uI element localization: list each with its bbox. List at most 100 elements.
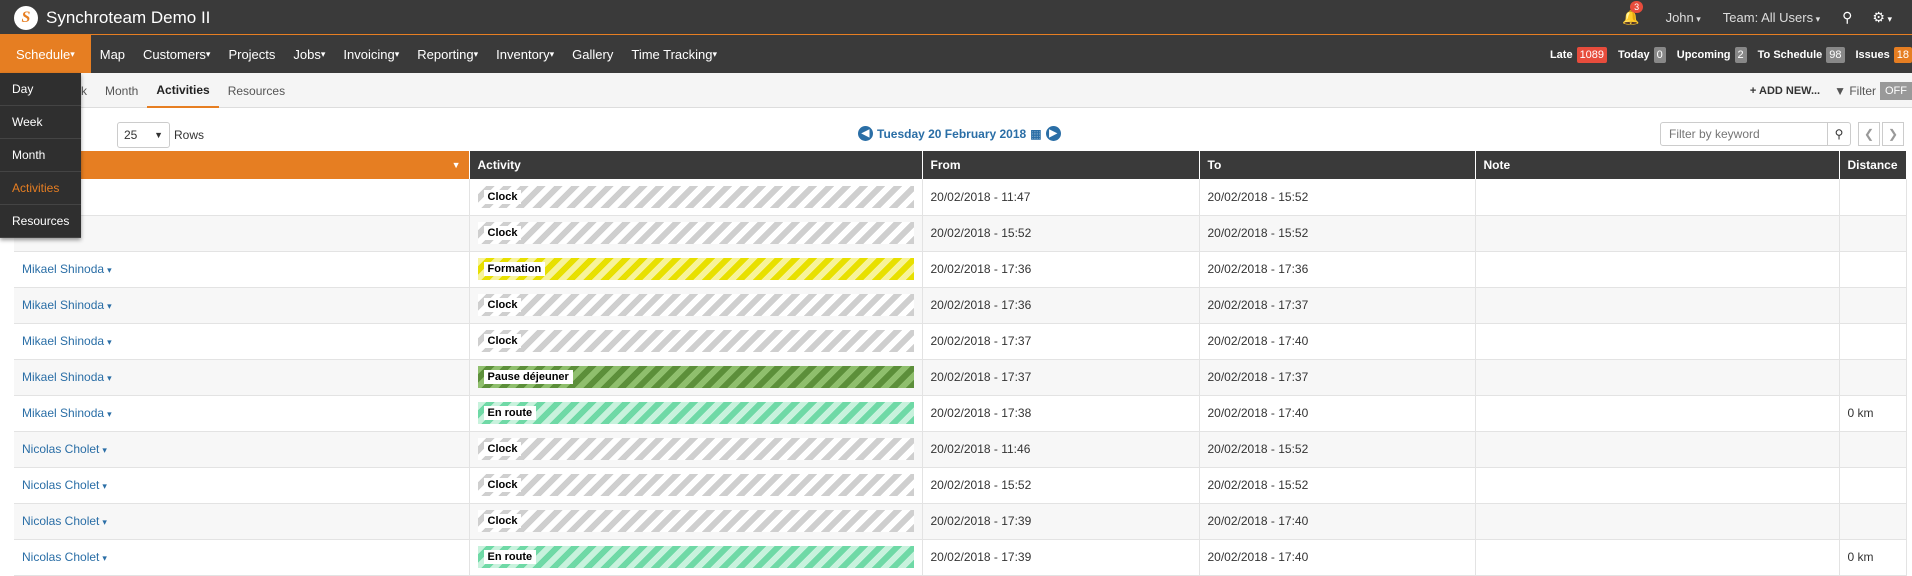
activity-bar-clock[interactable]: Clock — [478, 222, 914, 244]
resource-name-cell[interactable]: Mikael Shinoda▾ — [14, 287, 469, 323]
table-row[interactable]: Mikael Shinoda▾Pause déjeuner20/02/2018 … — [14, 359, 1906, 395]
counter-badge: 18 — [1894, 47, 1912, 63]
column-header-to[interactable]: To — [1199, 151, 1475, 179]
add-new-button[interactable]: + ADD NEW... — [1750, 85, 1820, 97]
team-selector[interactable]: Team: All Users — [1723, 10, 1820, 25]
counter-badge: 0 — [1654, 47, 1666, 63]
distance-cell — [1839, 287, 1906, 323]
to-cell: 20/02/2018 - 17:37 — [1199, 287, 1475, 323]
rows-per-page-select[interactable]: 25 ▼ — [117, 122, 170, 148]
nav-item-time-tracking[interactable]: Time Tracking — [622, 35, 726, 74]
activity-bar-clock[interactable]: Clock — [478, 186, 914, 208]
table-row[interactable]: Mikael Shinoda▾Clock20/02/2018 - 17:3720… — [14, 323, 1906, 359]
calendar-icon[interactable]: ▦ — [1030, 127, 1041, 141]
dropdown-item-week[interactable]: Week — [0, 106, 81, 139]
distance-cell — [1839, 215, 1906, 251]
search-icon[interactable]: ⚲ — [1827, 122, 1851, 146]
table-row[interactable]: Nicolas Cholet▾Clock20/02/2018 - 15:5220… — [14, 467, 1906, 503]
from-cell: 20/02/2018 - 17:38 — [922, 395, 1199, 431]
previous-page-icon[interactable]: ❮ — [1858, 122, 1880, 146]
nav-item-customers[interactable]: Customers — [134, 35, 219, 74]
next-day-icon[interactable]: ▶ — [1046, 126, 1061, 141]
table-row[interactable]: Nicolas Cholet▾Clock20/02/2018 - 11:4620… — [14, 431, 1906, 467]
app-title: Synchroteam Demo II — [46, 8, 210, 28]
user-menu[interactable]: John — [1666, 10, 1701, 25]
resource-name: Mikael Shinoda — [22, 334, 104, 348]
activity-cell: Clock — [469, 287, 922, 323]
note-cell — [1475, 215, 1839, 251]
column-header-activity[interactable]: Activity — [469, 151, 922, 179]
dropdown-item-day[interactable]: Day — [0, 73, 81, 106]
bell-icon[interactable]: 🔔 3 — [1622, 9, 1639, 26]
activity-label: Clock — [484, 478, 522, 492]
to-cell: 20/02/2018 - 17:40 — [1199, 503, 1475, 539]
resource-name-cell[interactable]: Mikael Shinoda▾ — [14, 323, 469, 359]
resource-name-cell[interactable]: Nicolas Cholet▾ — [14, 467, 469, 503]
resource-name-cell[interactable]: Mikael Shinoda▾ — [14, 395, 469, 431]
nav-item-schedule[interactable]: Schedule — [0, 35, 91, 74]
counter-today[interactable]: Today 0 — [1618, 47, 1666, 63]
counter-to-schedule[interactable]: To Schedule98 — [1758, 47, 1845, 63]
dropdown-item-month[interactable]: Month — [0, 139, 81, 172]
counter-label: Today — [1618, 49, 1650, 61]
search-icon[interactable]: ⚲ — [1842, 9, 1852, 26]
dropdown-item-activities[interactable]: Activities — [0, 172, 81, 205]
brand[interactable]: S Synchroteam Demo II — [14, 6, 210, 30]
previous-day-icon[interactable]: ◀ — [858, 126, 873, 141]
main-nav: ScheduleMapCustomersProjectsJobsInvoicin… — [0, 34, 1912, 73]
resource-name-cell[interactable]: Mikael Shinoda▾ — [14, 251, 469, 287]
sub-nav: kMonthActivitiesResources + ADD NEW... ▼… — [0, 73, 1912, 108]
resource-name: Mikael Shinoda — [22, 406, 104, 420]
resource-name-cell[interactable]: noda▾ — [14, 215, 469, 251]
table-row[interactable]: Nicolas Cholet▾Clock20/02/2018 - 17:3920… — [14, 503, 1906, 539]
nav-item-inventory[interactable]: Inventory — [487, 35, 563, 74]
nav-item-map[interactable]: Map — [91, 35, 134, 74]
column-header-note[interactable]: Note — [1475, 151, 1839, 179]
resource-name-cell[interactable]: Nicolas Cholet▾ — [14, 539, 469, 575]
distance-cell: 0 km — [1839, 395, 1906, 431]
activity-bar-clock[interactable]: Clock — [478, 510, 914, 532]
resource-name-cell[interactable]: Mikael Shinoda▾ — [14, 359, 469, 395]
column-header-distance[interactable]: Distance — [1839, 151, 1906, 179]
counter-late[interactable]: Late1089 — [1550, 47, 1607, 63]
nav-item-invoicing[interactable]: Invoicing — [334, 35, 408, 74]
keyword-filter-input[interactable] — [1660, 122, 1828, 146]
activity-bar-pause[interactable]: Pause déjeuner — [478, 366, 914, 388]
resource-name-cell[interactable]: noda▾ — [14, 179, 469, 215]
resource-name-cell[interactable]: Nicolas Cholet▾ — [14, 503, 469, 539]
current-date[interactable]: Tuesday 20 February 2018 — [877, 127, 1026, 141]
filter-toggle[interactable]: ▼ Filter OFF — [1834, 82, 1912, 100]
activity-bar-route[interactable]: En route — [478, 546, 914, 568]
tab-activities[interactable]: Activities — [147, 73, 218, 108]
activity-bar-clock[interactable]: Clock — [478, 330, 914, 352]
tab-month[interactable]: Month — [96, 73, 147, 108]
nav-item-reporting[interactable]: Reporting — [408, 35, 487, 74]
tab-resources[interactable]: Resources — [219, 73, 294, 108]
nav-item-jobs[interactable]: Jobs — [284, 35, 334, 74]
activity-bar-clock[interactable]: Clock — [478, 474, 914, 496]
column-header-from[interactable]: From — [922, 151, 1199, 179]
table-row[interactable]: Mikael Shinoda▾ En route 20/02/2018 - 17:3… — [14, 395, 1906, 431]
table-row[interactable]: Mikael Shinoda▾Clock20/02/2018 - 17:3620… — [14, 287, 1906, 323]
gear-icon[interactable]: ⚙ — [1872, 9, 1892, 26]
activity-label: Clock — [484, 442, 522, 456]
table-row[interactable]: noda▾Clock20/02/2018 - 11:4720/02/2018 -… — [14, 179, 1906, 215]
table-row[interactable]: noda▾Clock20/02/2018 - 15:5220/02/2018 -… — [14, 215, 1906, 251]
nav-item-gallery[interactable]: Gallery — [563, 35, 622, 74]
note-cell — [1475, 503, 1839, 539]
activity-bar-clock[interactable]: Clock — [478, 438, 914, 460]
resource-name-cell[interactable]: Nicolas Cholet▾ — [14, 431, 469, 467]
dropdown-item-resources[interactable]: Resources — [0, 205, 81, 238]
nav-item-projects[interactable]: Projects — [219, 35, 284, 74]
column-header-name[interactable]: n▼ — [14, 151, 469, 179]
from-cell: 20/02/2018 - 15:52 — [922, 215, 1199, 251]
counter-upcoming[interactable]: Upcoming2 — [1677, 47, 1747, 63]
activity-bar-route[interactable]: En route — [478, 402, 914, 424]
counter-issues[interactable]: Issues18 — [1856, 47, 1912, 63]
table-row[interactable]: Nicolas Cholet▾En route20/02/2018 - 17:3… — [14, 539, 1906, 575]
activity-bar-clock[interactable]: Clock — [478, 294, 914, 316]
activity-bar-formation[interactable]: Formation — [478, 258, 914, 280]
table-row[interactable]: Mikael Shinoda▾Formation20/02/2018 - 17:… — [14, 251, 1906, 287]
next-page-icon[interactable]: ❯ — [1882, 122, 1904, 146]
chevron-down-icon: ▾ — [102, 445, 107, 455]
